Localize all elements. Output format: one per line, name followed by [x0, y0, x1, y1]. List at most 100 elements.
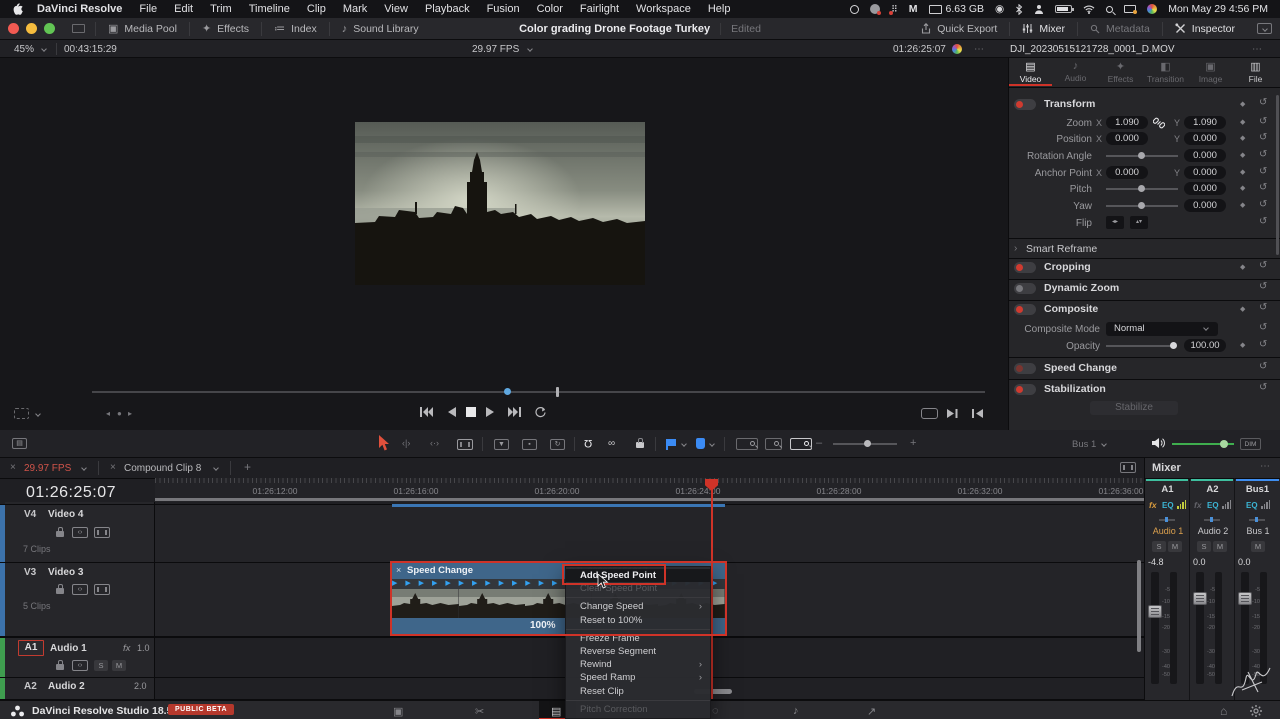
- track-v3-name[interactable]: Video 3: [48, 567, 83, 578]
- a1-fader-handle[interactable]: [1148, 605, 1162, 618]
- composite-mode-dropdown[interactable]: Normal: [1106, 322, 1218, 336]
- menu-edit[interactable]: Edit: [174, 3, 193, 15]
- inspector-scrollbar[interactable]: [1276, 95, 1279, 255]
- stabilization-reset-icon[interactable]: [1259, 382, 1267, 393]
- menu-clip[interactable]: Clip: [307, 3, 326, 15]
- menu-app-name[interactable]: DaVinci Resolve: [37, 3, 122, 15]
- zoom-keyframe-icon[interactable]: [1240, 118, 1245, 126]
- mixer-button[interactable]: Mixer: [1022, 23, 1065, 35]
- source-timecode[interactable]: 00:43:15:29: [64, 44, 117, 55]
- mixer-ch-a1-id[interactable]: A1: [1145, 484, 1190, 495]
- zoom-in-button[interactable]: [910, 437, 916, 449]
- flag-clip-icon[interactable]: [666, 439, 676, 450]
- anchor-reset-icon[interactable]: [1259, 166, 1267, 177]
- screen-record-icon[interactable]: [850, 4, 860, 14]
- custom-zoom-icon[interactable]: [790, 438, 812, 450]
- mixer-a1-name[interactable]: Audio 1: [1146, 526, 1190, 536]
- rotation-slider-handle[interactable]: [1138, 152, 1145, 159]
- mixer-a2-level[interactable]: 0.0: [1193, 557, 1206, 567]
- playback-status-icon[interactable]: [995, 3, 1004, 15]
- yaw-slider-handle[interactable]: [1138, 202, 1145, 209]
- menu-help[interactable]: Help: [708, 3, 731, 15]
- zoom-x-field[interactable]: 1.090: [1106, 116, 1148, 129]
- video-preview-frame[interactable]: [355, 122, 645, 285]
- app-grid-icon[interactable]: [889, 4, 898, 15]
- rotation-keyframe-icon[interactable]: [1240, 151, 1245, 159]
- menu-item-reverse-segment[interactable]: Reverse Segment: [566, 645, 710, 658]
- trim-edit-mode-tool[interactable]: [402, 438, 410, 448]
- clip-color-icon[interactable]: [952, 44, 962, 54]
- cinema-viewer-icon[interactable]: [921, 408, 938, 419]
- flip-horizontal-button[interactable]: [1106, 216, 1124, 229]
- flip-reset-icon[interactable]: [1259, 216, 1267, 227]
- v3-lock-icon[interactable]: [56, 584, 64, 594]
- bluetooth-icon[interactable]: [1015, 3, 1023, 15]
- clip-options-icon[interactable]: [1252, 44, 1262, 55]
- monitor-volume-handle[interactable]: [1220, 440, 1228, 448]
- page-deliver-button[interactable]: [867, 705, 876, 718]
- rotation-field[interactable]: 0.000: [1184, 149, 1226, 162]
- timeline-tab-compound[interactable]: Compound Clip 8: [124, 463, 201, 474]
- position-keyframe-icon[interactable]: [1240, 134, 1245, 142]
- add-timeline-tab-button[interactable]: [244, 460, 251, 474]
- replace-clip-icon[interactable]: ↻: [550, 439, 565, 450]
- timeline-tab-close-icon[interactable]: [10, 462, 16, 473]
- bus1-eq-icon[interactable]: EQ: [1246, 501, 1258, 510]
- tab-image[interactable]: Image: [1188, 60, 1233, 84]
- wifi-icon[interactable]: [1083, 5, 1095, 14]
- track-a2-name[interactable]: Audio 2: [48, 681, 85, 692]
- cropping-keyframe-icon[interactable]: [1240, 263, 1245, 271]
- yaw-reset-icon[interactable]: [1259, 199, 1267, 210]
- menu-fusion[interactable]: Fusion: [487, 3, 520, 15]
- menu-fairlight[interactable]: Fairlight: [580, 3, 619, 15]
- mixer-bus1-mute[interactable]: M: [1251, 541, 1265, 552]
- bus1-fader-handle[interactable]: [1238, 592, 1252, 605]
- mixer-a2-mute[interactable]: M: [1213, 541, 1227, 552]
- pitch-slider-handle[interactable]: [1138, 185, 1145, 192]
- link-clips-icon[interactable]: [608, 438, 615, 449]
- timeline-tab-fps[interactable]: 29.97 FPS: [24, 463, 71, 474]
- yaw-keyframe-icon[interactable]: [1240, 201, 1245, 209]
- displays-icon[interactable]: [1124, 5, 1138, 14]
- mixer-bus1-level[interactable]: 0.0: [1238, 557, 1251, 567]
- jog-dot-icon[interactable]: ●: [117, 409, 122, 418]
- viewer-overlay-chevron[interactable]: [35, 411, 41, 417]
- full-extent-zoom-icon[interactable]: [736, 438, 758, 450]
- bus1-meter-icon[interactable]: [1261, 500, 1270, 509]
- menu-playback[interactable]: Playback: [425, 3, 470, 15]
- menu-mark[interactable]: Mark: [343, 3, 367, 15]
- a1-fx-icon[interactable]: fx: [1149, 500, 1157, 510]
- a2-fx-icon[interactable]: fx: [1194, 500, 1202, 510]
- record-timecode[interactable]: 01:26:25:07: [893, 44, 946, 55]
- mixer-a2-solo[interactable]: S: [1197, 541, 1211, 552]
- flag-color-chevron[interactable]: [681, 441, 687, 447]
- mixer-bus1-name[interactable]: Bus 1: [1236, 526, 1280, 536]
- apple-menu-icon[interactable]: [12, 2, 23, 16]
- cropping-reset-icon[interactable]: [1259, 260, 1267, 271]
- v4-lock-icon[interactable]: [56, 527, 64, 537]
- razor-edit-mode-tool[interactable]: [457, 439, 473, 450]
- speed-change-reset-icon[interactable]: [1259, 361, 1267, 372]
- mixer-a1-level[interactable]: -4.8: [1148, 557, 1164, 567]
- a1-fx-badge[interactable]: fx: [123, 643, 130, 654]
- mixer-ch-a2-id[interactable]: A2: [1190, 484, 1235, 495]
- track-a1-name[interactable]: Audio 1: [50, 643, 87, 654]
- track-v3-id[interactable]: V3: [24, 567, 36, 578]
- window-zoom-button[interactable]: [44, 23, 55, 34]
- anchor-y-field[interactable]: 0.000: [1184, 166, 1226, 179]
- a1-lock-icon[interactable]: [56, 660, 64, 670]
- composite-mode-reset-icon[interactable]: [1259, 322, 1267, 333]
- v4-enable-icon[interactable]: [94, 527, 110, 538]
- opacity-slider[interactable]: [1106, 345, 1174, 347]
- fps-dropdown-chevron[interactable]: [527, 46, 533, 52]
- a2-eq-icon[interactable]: EQ: [1207, 501, 1219, 510]
- smart-reframe-expander[interactable]: [1014, 243, 1017, 254]
- menu-item-speed-ramp[interactable]: Speed Ramp: [566, 671, 710, 684]
- zoom-slider-handle[interactable]: [864, 440, 871, 447]
- timeline-v-scrollbar[interactable]: [1137, 560, 1141, 652]
- tab-video[interactable]: Video: [1008, 60, 1053, 84]
- menu-file[interactable]: File: [139, 3, 157, 15]
- mixer-ch-bus1-id[interactable]: Bus1: [1235, 484, 1280, 495]
- opacity-field[interactable]: 100.00: [1184, 339, 1226, 352]
- viewer-overlay-icon[interactable]: [14, 408, 29, 419]
